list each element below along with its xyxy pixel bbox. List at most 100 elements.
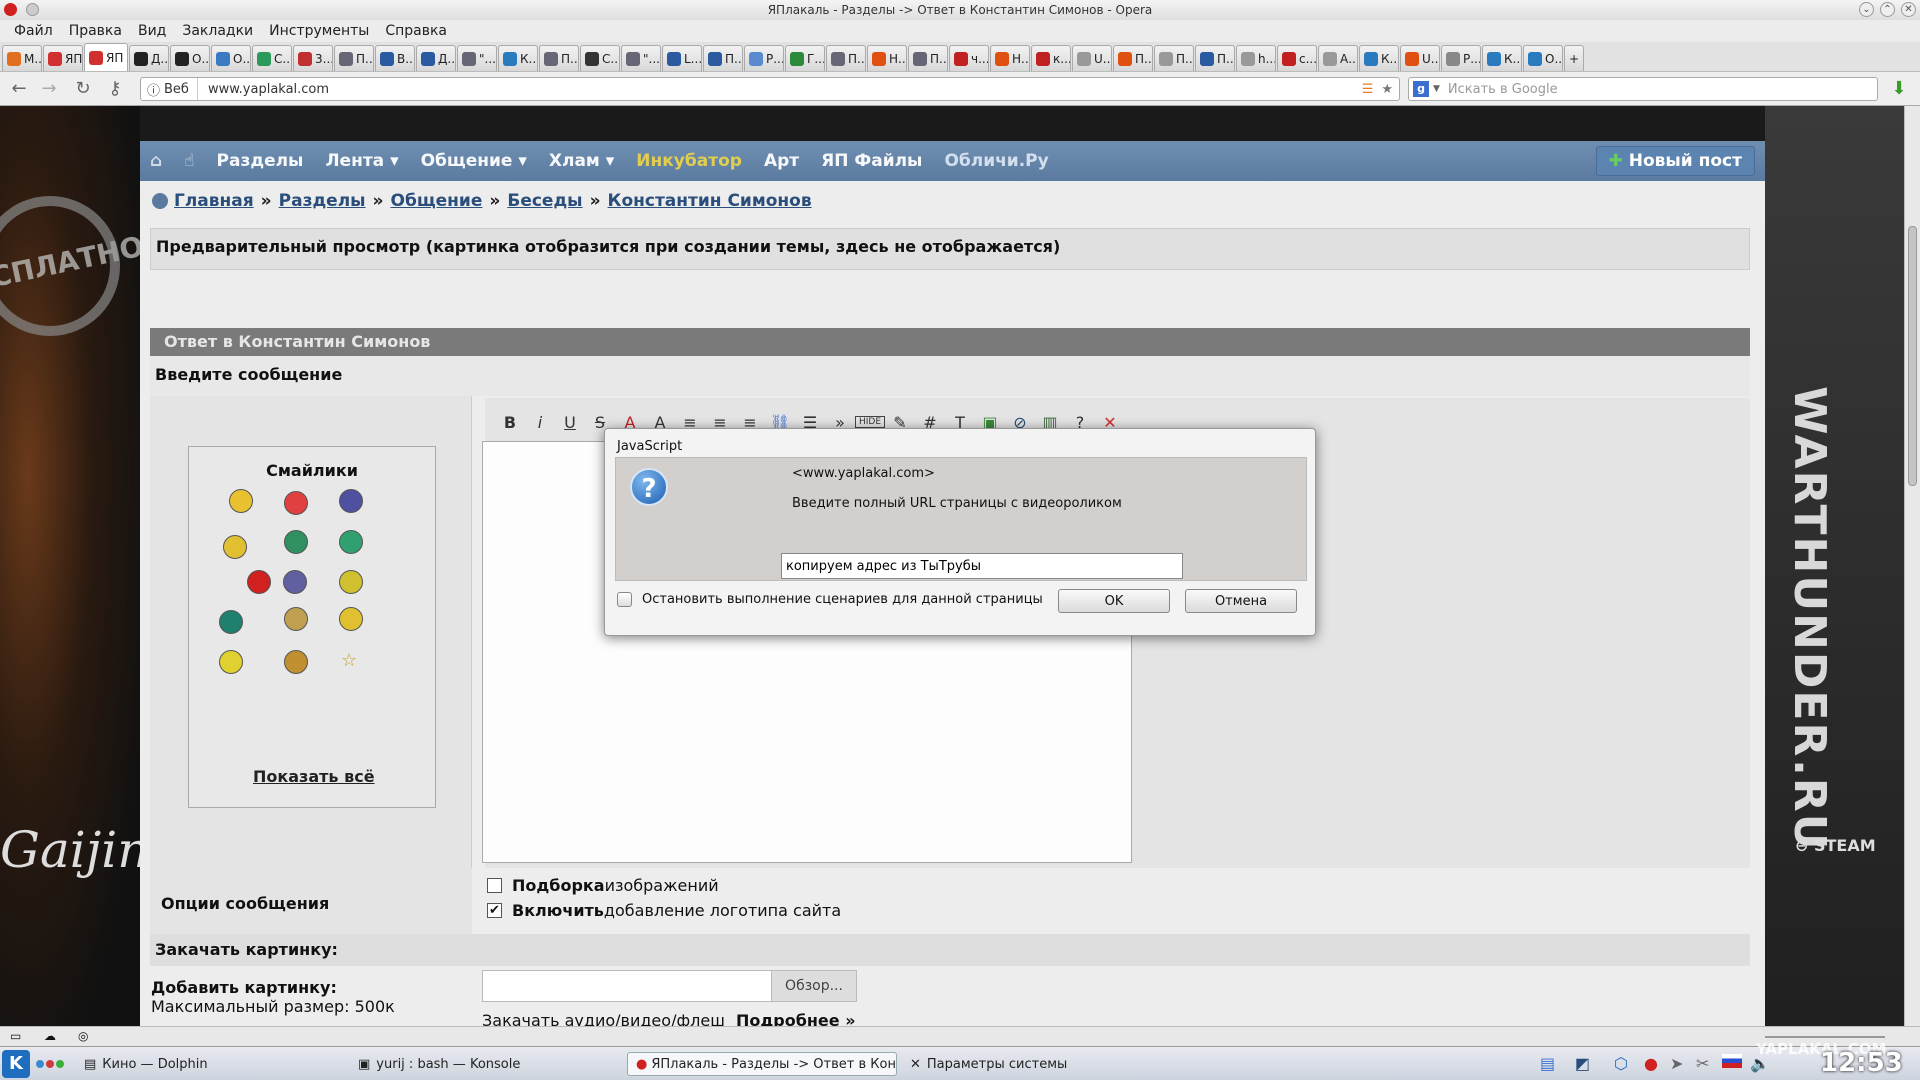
nav-incubator[interactable]: Инкубатор xyxy=(636,151,742,171)
ok-button[interactable]: OK xyxy=(1058,589,1170,613)
smiley-sad-icon[interactable] xyxy=(339,489,363,513)
rss-icon[interactable]: ☰ xyxy=(1362,82,1374,97)
browser-tab[interactable]: "... xyxy=(621,45,661,71)
browser-tab[interactable]: Д... xyxy=(416,45,456,71)
vertical-scrollbar[interactable] xyxy=(1904,106,1920,1026)
hide-icon[interactable]: HIDE xyxy=(855,416,885,428)
italic-icon[interactable]: i xyxy=(525,413,555,432)
browser-tab[interactable]: П... xyxy=(1154,45,1194,71)
smiley-drink-icon[interactable] xyxy=(219,650,243,674)
minimize-button[interactable]: ⌄ xyxy=(1859,2,1874,17)
bold-icon[interactable]: B xyxy=(495,413,525,432)
menu-bookmarks[interactable]: Закладки xyxy=(182,23,253,39)
nav-files[interactable]: ЯП Файлы xyxy=(821,151,922,171)
browser-tab[interactable]: Р... xyxy=(744,45,784,71)
web-badge[interactable]: ⓘ Веб xyxy=(141,78,198,100)
crumb-topic[interactable]: Константин Симонов xyxy=(608,191,812,211)
nav-sections[interactable]: Разделы xyxy=(217,151,304,171)
browser-tab[interactable]: U... xyxy=(1400,45,1440,71)
stop-scripts-checkbox[interactable] xyxy=(617,592,632,607)
smiley-teal-icon[interactable] xyxy=(219,610,243,634)
back-icon[interactable]: ← xyxy=(8,78,30,99)
browser-tab[interactable]: 3... xyxy=(293,45,333,71)
url-prompt-input[interactable] xyxy=(781,553,1183,579)
task-konsole[interactable]: ▣ yurij : bash — Konsole xyxy=(350,1052,528,1076)
download-icon[interactable]: ⬇ xyxy=(1888,78,1910,99)
smiley-gun-icon[interactable] xyxy=(284,530,308,554)
menu-view[interactable]: Вид xyxy=(138,23,166,39)
browser-tab[interactable]: ЯП× xyxy=(84,43,128,71)
smiley-green-icon[interactable] xyxy=(339,530,363,554)
smiley-hands-icon[interactable] xyxy=(284,607,308,631)
nav-feed[interactable]: Лента ▾ xyxy=(325,151,398,171)
menu-tools[interactable]: Инструменты xyxy=(269,23,369,39)
browser-tab[interactable]: П... xyxy=(1113,45,1153,71)
tray-network-icon[interactable]: ◩ xyxy=(1575,1054,1590,1073)
browser-tab[interactable]: П... xyxy=(1195,45,1235,71)
underline-icon[interactable]: U xyxy=(555,413,585,432)
browser-tab[interactable]: Г... xyxy=(785,45,825,71)
smiley-thumb-icon[interactable] xyxy=(223,535,247,559)
browser-tab[interactable]: Д... xyxy=(129,45,169,71)
search-field[interactable]: g ▼ Искать в Google xyxy=(1408,77,1878,101)
browser-tab[interactable]: П... xyxy=(539,45,579,71)
browser-tab[interactable]: Н... xyxy=(990,45,1030,71)
browser-tab[interactable]: Н... xyxy=(867,45,907,71)
close-button[interactable]: ✕ xyxy=(1901,2,1916,17)
opera-logo-icon[interactable] xyxy=(4,3,17,16)
scrollbar-thumb[interactable] xyxy=(1908,226,1917,486)
turbo-icon[interactable]: ◎ xyxy=(78,1029,88,1043)
gallery-checkbox[interactable] xyxy=(487,878,502,893)
address-field[interactable]: ⓘ Веб www.yaplakal.com ☰ ★ xyxy=(140,77,1400,101)
browser-tab[interactable]: К... xyxy=(1359,45,1399,71)
key-icon[interactable]: ⚷ xyxy=(104,78,126,99)
crumb-talk[interactable]: Общение xyxy=(391,191,483,211)
panel-toggle-icon[interactable]: ▭ xyxy=(10,1029,21,1043)
smiley-bouquet-icon[interactable] xyxy=(339,607,363,631)
kde-menu-icon[interactable]: K xyxy=(2,1050,30,1078)
crumb-home[interactable]: Главная xyxy=(174,191,254,211)
smiley-laugh-icon[interactable] xyxy=(284,650,308,674)
browse-button[interactable]: Обзор... xyxy=(771,971,856,1001)
clock[interactable]: 12:53 xyxy=(1820,1048,1903,1078)
menu-help[interactable]: Справка xyxy=(385,23,447,39)
sticky-icon[interactable] xyxy=(25,3,39,16)
smiley-cool-icon[interactable] xyxy=(229,489,253,513)
browser-tab[interactable]: к... xyxy=(1031,45,1071,71)
browser-tab[interactable]: h... xyxy=(1236,45,1276,71)
url-text[interactable]: www.yaplakal.com xyxy=(198,82,329,97)
crumb-sections[interactable]: Разделы xyxy=(279,191,366,211)
stop-scripts-option[interactable]: Остановить выполнение сценариев для данн… xyxy=(617,592,1043,607)
smiley-shoot-icon[interactable] xyxy=(247,570,271,594)
browser-tab[interactable]: Р... xyxy=(1441,45,1481,71)
crumb-chats[interactable]: Беседы xyxy=(507,191,582,211)
browser-tab[interactable]: П... xyxy=(703,45,743,71)
steam-logo[interactable]: ⊖ STEAM xyxy=(1795,836,1876,855)
media-more-link[interactable]: Подробнее » xyxy=(736,1011,856,1026)
new-tab-button[interactable]: + xyxy=(1564,45,1585,71)
browser-tab[interactable]: U... xyxy=(1072,45,1112,71)
nav-talk[interactable]: Общение ▾ xyxy=(421,151,527,171)
browser-tab[interactable]: ч... xyxy=(949,45,989,71)
forward-icon[interactable]: → xyxy=(38,78,60,99)
star-icon[interactable]: ☆ xyxy=(341,652,359,670)
zoom-slider[interactable] xyxy=(1765,1036,1885,1038)
smiley-love-icon[interactable] xyxy=(284,491,308,515)
logo-checkbox[interactable]: ✔ xyxy=(487,903,502,918)
nav-art[interactable]: Арт xyxy=(764,151,799,171)
browser-tab[interactable]: О... xyxy=(211,45,251,71)
menu-edit[interactable]: Правка xyxy=(69,23,122,39)
bookmark-star-icon[interactable]: ★ xyxy=(1381,82,1393,97)
maximize-button[interactable]: ⌃ xyxy=(1880,2,1895,17)
tray-ru-flag-icon[interactable] xyxy=(1722,1054,1742,1068)
option-gallery[interactable]: Подборка изображений xyxy=(487,876,719,895)
option-logo[interactable]: ✔ Включить добавление логотипа сайта xyxy=(487,901,841,920)
browser-tab[interactable]: L... xyxy=(662,45,702,71)
nav-junk[interactable]: Хлам ▾ xyxy=(549,151,614,171)
cancel-button[interactable]: Отмена xyxy=(1185,589,1297,613)
browser-tab[interactable]: П... xyxy=(334,45,374,71)
tray-tools-icon[interactable]: ✂ xyxy=(1696,1054,1709,1073)
cloud-icon[interactable]: ☁ xyxy=(44,1029,56,1043)
tray-opera-icon[interactable]: ● xyxy=(1644,1054,1658,1073)
browser-tab[interactable]: О... xyxy=(1523,45,1563,71)
